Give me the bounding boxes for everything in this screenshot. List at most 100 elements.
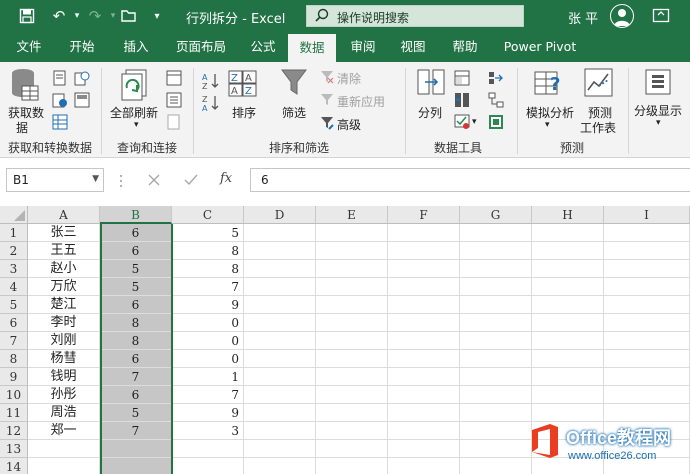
column-header-e[interactable]: E — [316, 206, 388, 224]
what-if-analysis-button[interactable]: 模拟分析 — [526, 104, 574, 121]
cell-e3[interactable] — [316, 260, 388, 278]
edit-links-icon[interactable] — [166, 114, 182, 133]
forecast-sheet-button-line2[interactable]: 工作表 — [580, 119, 616, 136]
cell-e10[interactable] — [316, 386, 388, 404]
row-header[interactable]: 1 — [0, 224, 28, 242]
cell-i2[interactable] — [604, 242, 690, 260]
clear-button[interactable]: 清除 — [337, 70, 361, 87]
from-text-icon[interactable] — [52, 70, 68, 89]
cell-g5[interactable] — [460, 296, 532, 314]
remove-duplicates-icon[interactable] — [454, 92, 470, 111]
cell-g1[interactable] — [460, 224, 532, 242]
cell-e14[interactable] — [316, 458, 388, 474]
cell-c11[interactable]: 9 — [172, 404, 244, 422]
from-web-icon[interactable] — [52, 92, 68, 111]
cell-f8[interactable] — [388, 350, 460, 368]
what-if-dropdown-icon[interactable]: ▾ — [545, 120, 550, 130]
advanced-button[interactable]: 高级 — [337, 116, 361, 133]
tab-insert[interactable]: 插入 — [112, 32, 160, 62]
tab-power-pivot[interactable]: Power Pivot — [498, 32, 582, 62]
column-header-g[interactable]: G — [460, 206, 532, 224]
cell-h3[interactable] — [532, 260, 604, 278]
cell-c1[interactable]: 5 — [172, 224, 244, 242]
sort-ascending-icon[interactable]: AZ — [202, 72, 220, 93]
cell-d2[interactable] — [244, 242, 316, 260]
cell-b4[interactable]: 5 — [100, 278, 172, 296]
cancel-icon[interactable] — [148, 174, 160, 189]
cell-e9[interactable] — [316, 368, 388, 386]
row-header[interactable]: 2 — [0, 242, 28, 260]
row-header[interactable]: 6 — [0, 314, 28, 332]
formula-bar-grip-icon[interactable] — [118, 172, 124, 190]
cell-e7[interactable] — [316, 332, 388, 350]
cell-d13[interactable] — [244, 440, 316, 458]
cell-e8[interactable] — [316, 350, 388, 368]
cell-h8[interactable] — [532, 350, 604, 368]
enter-icon[interactable] — [184, 174, 198, 189]
cell-b13[interactable] — [100, 440, 172, 458]
save-icon[interactable] — [18, 7, 36, 25]
cell-a11[interactable]: 周浩 — [28, 404, 100, 422]
row-header[interactable]: 10 — [0, 386, 28, 404]
cell-d1[interactable] — [244, 224, 316, 242]
select-all-corner[interactable] — [0, 206, 28, 224]
row-header[interactable]: 13 — [0, 440, 28, 458]
undo-icon[interactable]: ↶ — [50, 7, 68, 25]
cell-d3[interactable] — [244, 260, 316, 278]
cell-i1[interactable] — [604, 224, 690, 242]
cell-c14[interactable] — [172, 458, 244, 474]
cell-a12[interactable]: 郑一 — [28, 422, 100, 440]
cell-b7[interactable]: 8 — [100, 332, 172, 350]
sort-descending-icon[interactable]: ZA — [202, 94, 220, 115]
column-header-b[interactable]: B — [100, 206, 172, 224]
outline-dropdown-icon[interactable]: ▾ — [656, 118, 661, 128]
cell-i9[interactable] — [604, 368, 690, 386]
cell-b3[interactable]: 5 — [100, 260, 172, 278]
existing-connections-icon[interactable] — [74, 92, 90, 111]
row-header[interactable]: 8 — [0, 350, 28, 368]
cell-g8[interactable] — [460, 350, 532, 368]
advanced-filter-icon[interactable] — [320, 116, 334, 133]
cell-g7[interactable] — [460, 332, 532, 350]
filter-button[interactable]: 筛选 — [282, 104, 306, 121]
column-header-a[interactable]: A — [28, 206, 100, 224]
cell-a14[interactable] — [28, 458, 100, 474]
cell-b5[interactable]: 6 — [100, 296, 172, 314]
reapply-icon[interactable] — [320, 93, 334, 110]
cell-f6[interactable] — [388, 314, 460, 332]
cell-a5[interactable]: 楚江 — [28, 296, 100, 314]
from-table-icon[interactable] — [52, 114, 68, 133]
cell-i8[interactable] — [604, 350, 690, 368]
cell-h2[interactable] — [532, 242, 604, 260]
manage-data-model-icon[interactable] — [488, 114, 504, 133]
cell-d4[interactable] — [244, 278, 316, 296]
cell-a4[interactable]: 万欣 — [28, 278, 100, 296]
cell-f4[interactable] — [388, 278, 460, 296]
refresh-dropdown-icon[interactable]: ▾ — [134, 120, 139, 130]
reapply-button[interactable]: 重新应用 — [337, 93, 385, 110]
cell-a1[interactable]: 张三 — [28, 224, 100, 242]
cell-h1[interactable] — [532, 224, 604, 242]
cell-f13[interactable] — [388, 440, 460, 458]
cell-c12[interactable]: 3 — [172, 422, 244, 440]
column-header-c[interactable]: C — [172, 206, 244, 224]
cell-i5[interactable] — [604, 296, 690, 314]
cell-b11[interactable]: 5 — [100, 404, 172, 422]
cell-b14[interactable] — [100, 458, 172, 474]
cell-e5[interactable] — [316, 296, 388, 314]
refresh-all-button[interactable]: 全部刷新 — [110, 104, 158, 121]
cell-e6[interactable] — [316, 314, 388, 332]
cell-a8[interactable]: 杨彗 — [28, 350, 100, 368]
cell-g6[interactable] — [460, 314, 532, 332]
cell-h7[interactable] — [532, 332, 604, 350]
cell-f12[interactable] — [388, 422, 460, 440]
outline-button[interactable]: 分级显示 — [634, 102, 682, 119]
cell-a3[interactable]: 赵小 — [28, 260, 100, 278]
cell-i7[interactable] — [604, 332, 690, 350]
column-header-i[interactable]: I — [604, 206, 690, 224]
recent-sources-icon[interactable] — [74, 70, 90, 89]
cell-e12[interactable] — [316, 422, 388, 440]
data-validation-dropdown-icon[interactable]: ▾ — [472, 117, 477, 127]
cell-a2[interactable]: 王五 — [28, 242, 100, 260]
cell-f11[interactable] — [388, 404, 460, 422]
